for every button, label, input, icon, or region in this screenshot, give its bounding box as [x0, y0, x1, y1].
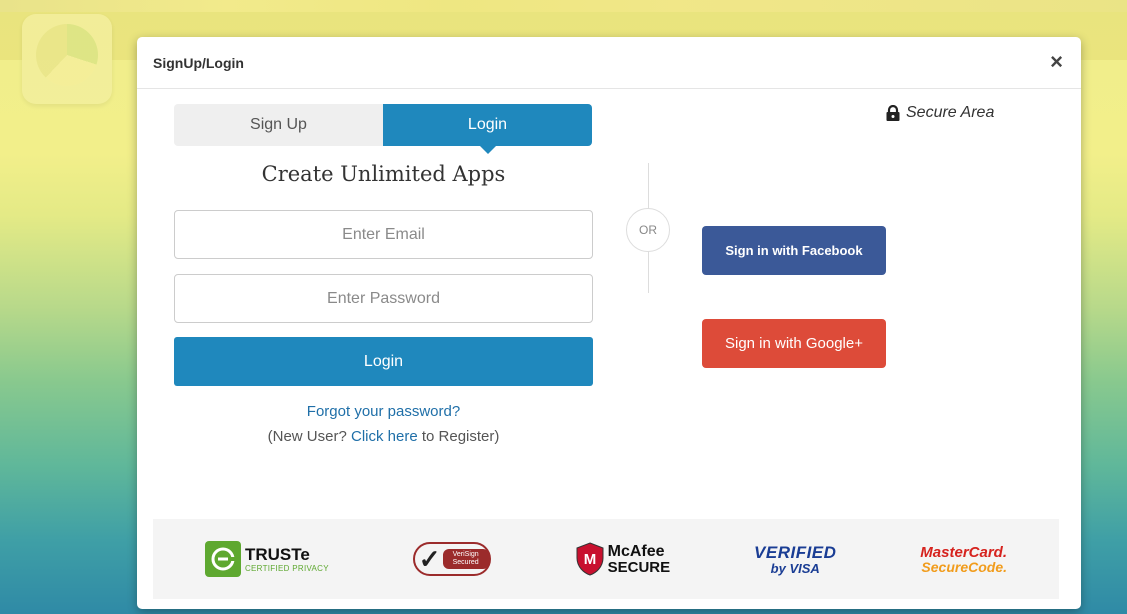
svg-text:M: M [583, 551, 596, 568]
verisign-badge: ✓ VeriSign Secured [412, 534, 491, 584]
new-user-text: (New User? Click here to Register) [174, 428, 593, 445]
or-separator: OR [626, 208, 670, 252]
new-user-suffix: to Register) [421, 428, 500, 445]
forgot-password-link[interactable]: Forgot your password? [174, 403, 593, 420]
truste-logo-icon [204, 541, 241, 577]
checkmark-icon: ✓ [418, 544, 441, 574]
secure-area-label: Secure Area [886, 104, 994, 122]
close-icon[interactable]: × [1050, 51, 1063, 73]
password-field[interactable] [174, 274, 593, 323]
app-logo-icon [22, 14, 112, 104]
verisign-seal-icon: ✓ VeriSign Secured [412, 542, 491, 576]
new-user-prefix: (New User? [267, 428, 347, 445]
truste-sub: CERTIFIED PRIVACY [244, 563, 329, 573]
mastercard-name: MasterCard. [920, 543, 1007, 561]
lock-icon [886, 105, 900, 121]
mcafee-name: McAfee [607, 542, 665, 560]
mcafee-badge: M McAfee SECURE [575, 534, 671, 584]
tab-login[interactable]: Login [383, 104, 592, 154]
form-heading: Create Unlimited Apps [261, 162, 506, 186]
signup-login-modal: SignUp/Login × Sign Up Login Create Unli… [137, 37, 1081, 609]
login-button[interactable]: Login [174, 337, 593, 386]
mcafee-sub: SECURE [607, 558, 671, 576]
modal-title: SignUp/Login [153, 54, 244, 71]
auth-tabs: Sign Up Login [174, 104, 593, 154]
mcafee-shield-icon: M [576, 542, 604, 576]
app-logo-pie [36, 24, 98, 86]
register-link[interactable]: Click here [351, 428, 418, 445]
email-field[interactable] [174, 210, 593, 259]
mastercard-code: SecureCode. [921, 558, 1007, 575]
mastercard-badge: MasterCard. SecureCode. [920, 534, 1007, 584]
trust-badges-bar: TRUSTe CERTIFIED PRIVACY ✓ VeriSign Secu… [153, 519, 1059, 599]
google-signin-button[interactable]: Sign in with Google+ [702, 319, 886, 368]
truste-badge: TRUSTe CERTIFIED PRIVACY [204, 534, 329, 584]
background-top-strip [0, 0, 1127, 12]
secure-area-text: Secure Area [906, 104, 995, 121]
truste-name: TRUSTe [244, 544, 310, 564]
visa-badge: VERIFIED by VISA [754, 534, 836, 584]
facebook-signin-button[interactable]: Sign in with Facebook [702, 226, 886, 275]
verisign-text: VeriSign Secured [442, 549, 489, 569]
tab-signup[interactable]: Sign Up [174, 104, 383, 146]
modal-header: SignUp/Login [137, 37, 1081, 89]
visa-verified: VERIFIED [754, 542, 837, 562]
visa-by: by VISA [770, 560, 820, 576]
